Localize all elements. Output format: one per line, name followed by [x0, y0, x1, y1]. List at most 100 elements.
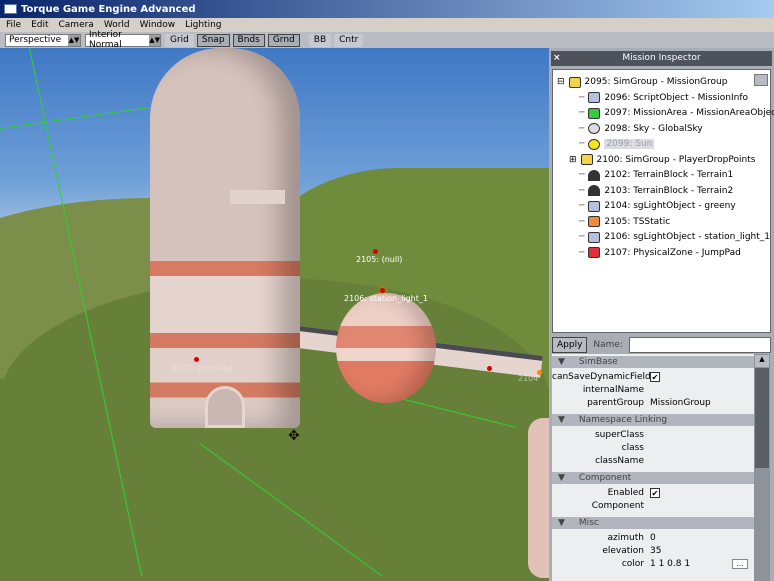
grid-button[interactable]: Grid	[165, 33, 194, 47]
bnds-button[interactable]: Bnds	[232, 33, 265, 47]
section-title: Misc	[578, 518, 599, 528]
tree-line-icon: ─	[579, 216, 585, 227]
area-icon	[588, 107, 601, 119]
field-label: superClass	[594, 429, 644, 440]
folder-icon	[580, 154, 593, 165]
section-title: SimBase	[578, 357, 618, 367]
collapse-arrow-icon[interactable]: ▼	[558, 473, 565, 483]
menu-camera[interactable]: Camera	[59, 20, 94, 30]
field-Enabled: Enabled ✔	[552, 486, 754, 499]
tree-item[interactable]: ⊞ 2100: SimGroup - PlayerDropPoints	[569, 153, 755, 167]
tree-item-label: 2099: Sun	[604, 139, 655, 149]
script-icon	[588, 92, 601, 103]
tree-item[interactable]: ─ 2099: Sun	[579, 137, 655, 151]
snap-button[interactable]: Snap	[196, 33, 230, 47]
tree-item-label: 2105: TSStatic	[604, 216, 671, 227]
tree-item[interactable]: ─ 2103: TerrainBlock - Terrain2	[579, 184, 733, 198]
field-azimuth: azimuth 0	[552, 531, 754, 544]
field-internalName: internalName	[552, 383, 754, 396]
tree-item[interactable]: ─ 2107: PhysicalZone - JumpPad	[579, 246, 741, 260]
light-marker[interactable]	[380, 288, 385, 293]
object-label: 2106: station_light_1	[344, 294, 428, 303]
section-misc[interactable]: ▼ Misc	[552, 517, 754, 529]
terrain-icon	[588, 169, 601, 181]
sun-icon	[588, 138, 601, 150]
name-label: Name:	[593, 340, 624, 350]
tree-item-label: 2102: TerrainBlock - Terrain1	[604, 170, 734, 180]
field-value[interactable]: 0	[650, 533, 656, 543]
camera-select[interactable]: Perspective ▲▼	[5, 33, 81, 47]
section-fields: canSaveDynamicFields ✔ internalName parentG…	[552, 368, 754, 412]
tree-item[interactable]: ─ 2105: TSStatic	[579, 215, 670, 229]
collapse-arrow-icon[interactable]: ▼	[558, 518, 565, 528]
field-color: color 1 1 0.8 1...	[552, 557, 754, 570]
bb-button[interactable]: BB	[308, 33, 332, 47]
section-fields: azimuth 0 elevation 35 color 1 1 0.8 1...	[552, 529, 754, 573]
color-picker-button[interactable]: ...	[732, 558, 748, 569]
checkbox[interactable]: ✔	[650, 487, 660, 498]
menu-window[interactable]: Window	[140, 20, 176, 30]
grnd-button[interactable]: Grnd	[267, 33, 300, 47]
field-Component: Component	[552, 499, 754, 512]
field-value[interactable]: 1 1 0.8 1	[650, 559, 690, 569]
tree-item-label: 2104: sgLightObject - greeny	[604, 201, 736, 211]
object-marker[interactable]	[373, 249, 378, 254]
properties-scrollbar[interactable]: ▲	[754, 354, 770, 581]
tree-item[interactable]: ─ 2104: sgLightObject - greeny	[579, 199, 736, 213]
field-elevation: elevation 35	[552, 544, 754, 557]
section-simbase[interactable]: ▼ SimBase	[552, 356, 754, 368]
chevron-down-icon: ▲▼	[149, 34, 160, 46]
field-value[interactable]: MissionGroup	[650, 398, 711, 408]
field-label: class	[621, 442, 644, 453]
field-label: Component	[591, 500, 644, 511]
object-marker[interactable]	[194, 357, 199, 362]
tree-item[interactable]: ─ 2102: TerrainBlock - Terrain1	[579, 168, 733, 182]
collapse-arrow-icon[interactable]: ▼	[558, 415, 565, 425]
field-class: class	[552, 441, 754, 454]
cntr-button[interactable]: Cntr	[334, 33, 364, 47]
tower-door	[205, 386, 245, 428]
tree-item-label: 2100: SimGroup - PlayerDropPoints	[596, 154, 756, 165]
3d-viewport[interactable]: 2105: (null) 2106: station_light_1 2107:…	[0, 48, 549, 581]
field-canSaveDynamicFields: canSaveDynamicFields ✔	[552, 370, 754, 383]
collapse-icon[interactable]: ⊟	[557, 77, 565, 87]
station-pod-model[interactable]	[336, 293, 436, 403]
inspector-header: × Mission Inspector	[551, 51, 772, 66]
scroll-up-icon[interactable]: ▲	[755, 355, 769, 367]
section-component[interactable]: ▼ Component	[552, 472, 754, 484]
field-label: color	[621, 558, 644, 569]
section-namespace-linking[interactable]: ▼ Namespace Linking	[552, 414, 754, 426]
menu-file[interactable]: File	[6, 20, 21, 30]
tree-item[interactable]: ─ 2106: sgLightObject - station_light_1	[579, 230, 770, 244]
field-parentGroup: parentGroup MissionGroup	[552, 396, 754, 409]
object-marker[interactable]	[487, 366, 492, 371]
mission-tree[interactable]: ⊟ 2095: SimGroup - MissionGroup ─ 2096: Scr…	[552, 69, 774, 333]
field-label: elevation	[602, 545, 644, 556]
close-icon[interactable]: ×	[553, 51, 561, 66]
field-value[interactable]: 35	[650, 546, 661, 556]
light-marker[interactable]	[537, 370, 542, 375]
tree-item[interactable]: ─ 2097: MissionArea - MissionAreaObject	[579, 106, 774, 120]
menu-lighting[interactable]: Lighting	[185, 20, 221, 30]
section-fields: Enabled ✔ Component	[552, 484, 754, 515]
toolbar: Perspective ▲▼ Interior Normal ▲▼ Grid Snap…	[0, 30, 774, 50]
expand-icon[interactable]: ⊞	[569, 155, 577, 165]
zone-icon	[588, 247, 601, 258]
tree-item[interactable]: ⊟ 2095: SimGroup - MissionGroup	[557, 75, 727, 89]
checkbox[interactable]: ✔	[650, 371, 660, 382]
render-mode-select[interactable]: Interior Normal ▲▼	[85, 30, 161, 50]
collapse-arrow-icon[interactable]: ▼	[558, 357, 565, 367]
name-input[interactable]	[629, 337, 771, 353]
tree-item[interactable]: ─ 2096: ScriptObject - MissionInfo	[579, 91, 748, 105]
tree-scrollbar[interactable]	[754, 74, 768, 86]
field-label: Enabled	[607, 487, 644, 498]
scroll-thumb[interactable]	[755, 368, 769, 468]
tree-item[interactable]: ─ 2098: Sky - GlobalSky	[579, 122, 703, 136]
script-icon	[588, 200, 601, 212]
menu-edit[interactable]: Edit	[31, 20, 48, 30]
script-icon	[588, 231, 601, 243]
menu-world[interactable]: World	[104, 20, 130, 30]
apply-button[interactable]: Apply	[552, 337, 588, 353]
tree-line-icon: ─	[579, 170, 585, 180]
tree-line-icon: ─	[579, 139, 585, 149]
